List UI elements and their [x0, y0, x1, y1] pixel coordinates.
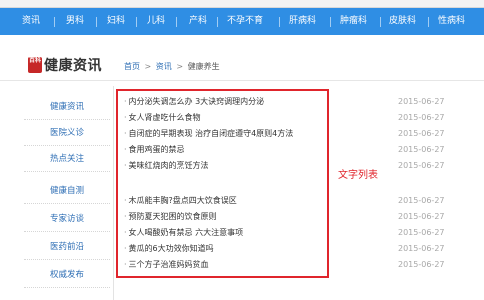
nav-item-pediatrics[interactable]: 儿科 [147, 8, 165, 35]
breadcrumb-section-link[interactable]: 资讯 [156, 62, 172, 71]
nav-separator [330, 17, 331, 27]
article-date: 2015-06-27 [398, 244, 445, 253]
sidebar-item-hot-topics[interactable]: 热点关注 [24, 146, 110, 172]
nav-separator [279, 17, 280, 27]
sidebar-item-expert-interview[interactable]: 专家访谈 [24, 206, 110, 232]
article-date: 2015-06-27 [398, 145, 445, 154]
header-divider [0, 80, 484, 81]
nav-item-infertility[interactable]: 不孕不育 [227, 8, 263, 35]
nav-separator [217, 17, 218, 27]
annotation-highlight-box [116, 89, 329, 278]
nav-item-news[interactable]: 资讯 [22, 8, 40, 35]
article-date: 2015-06-27 [398, 196, 445, 205]
nav-separator [428, 17, 429, 27]
article-date: 2015-06-27 [398, 97, 445, 106]
nav-item-oncology[interactable]: 肿瘤科 [340, 8, 367, 35]
nav-separator [176, 17, 177, 27]
sidebar: 健康资讯 医院义诊 热点关注 健康自测 专家访谈 医药前沿 权威发布 [24, 86, 114, 300]
nav-separator [136, 17, 137, 27]
sidebar-item-clinic[interactable]: 医院义诊 [24, 120, 110, 146]
annotation-label: 文字列表 [338, 170, 378, 181]
nav-item-gynecology[interactable]: 妇科 [107, 8, 125, 35]
browser-bookmarks-bar [0, 0, 484, 8]
sidebar-item-official-release[interactable]: 权威发布 [24, 262, 110, 288]
breadcrumb-home-link[interactable]: 首页 [124, 62, 140, 71]
nav-separator [54, 17, 55, 27]
sidebar-item-self-test[interactable]: 健康自测 [24, 178, 110, 204]
article-date: 2015-06-27 [398, 212, 445, 221]
breadcrumb-separator: > [144, 62, 152, 71]
top-nav-bar: 资讯 男科 妇科 儿科 产科 不孕不育 肝病科 肿瘤科 皮肤科 性病科 [0, 8, 484, 35]
nav-item-andrology[interactable]: 男科 [66, 8, 84, 35]
breadcrumb-current: 健康养生 [187, 62, 220, 71]
article-date: 2015-06-27 [398, 260, 445, 269]
nav-item-obstetrics[interactable]: 产科 [189, 8, 207, 35]
breadcrumb-separator: > [176, 62, 184, 71]
article-date: 2015-06-27 [398, 129, 445, 138]
breadcrumb: 首页 > 资讯 > 健康养生 [124, 61, 220, 72]
sidebar-item-medical-frontier[interactable]: 医药前沿 [24, 234, 110, 260]
nav-separator [380, 17, 381, 27]
sidebar-item-health-news[interactable]: 健康资讯 [24, 94, 110, 120]
logo-mark-icon: 百科 [28, 57, 42, 73]
nav-item-dermatology[interactable]: 皮肤科 [389, 8, 416, 35]
article-date: 2015-06-27 [398, 161, 445, 170]
article-date: 2015-06-27 [398, 228, 445, 237]
nav-item-hepatology[interactable]: 肝病科 [289, 8, 316, 35]
logo-text: 健康资讯 [44, 58, 102, 74]
site-logo[interactable]: 百科 健康资讯 [28, 55, 102, 75]
nav-separator [96, 17, 97, 27]
nav-item-std[interactable]: 性病科 [438, 8, 465, 35]
article-date: 2015-06-27 [398, 113, 445, 122]
